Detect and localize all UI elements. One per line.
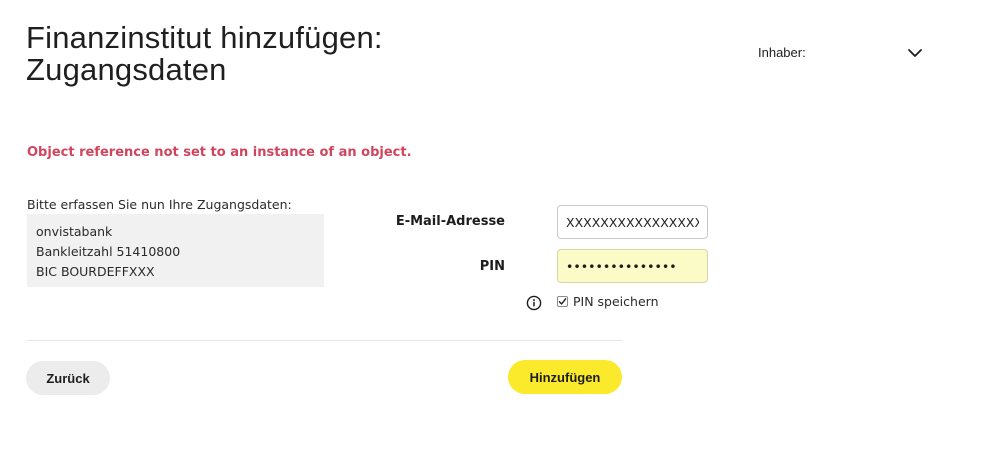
save-pin-checkbox[interactable] [557, 296, 568, 307]
owner-dropdown[interactable]: Inhaber: [758, 45, 922, 60]
add-button[interactable]: Hinzufügen [508, 360, 622, 394]
divider [27, 340, 622, 341]
page-title-line2: Zugangsdaten [26, 52, 227, 87]
page-title-line1: Finanzinstitut hinzufügen: [26, 20, 383, 55]
info-icon[interactable] [526, 295, 542, 311]
email-field[interactable] [557, 205, 708, 239]
owner-label: Inhaber: [758, 45, 806, 60]
chevron-down-icon[interactable] [906, 44, 924, 62]
bank-name: onvistabank [36, 224, 113, 239]
checkmark-icon [558, 298, 567, 305]
bank-bic: BIC BOURDEFFXXX [36, 264, 155, 279]
pin-label: PIN [479, 259, 505, 274]
page: Finanzinstitut hinzufügen: Zugangsdaten … [0, 0, 998, 466]
bank-info-box: onvistabank Bankleitzahl 51410800 BIC BO… [27, 214, 324, 287]
bank-code: Bankleitzahl 51410800 [36, 244, 181, 259]
pin-field[interactable] [557, 249, 708, 283]
page-title: Finanzinstitut hinzufügen: Zugangsdaten [26, 22, 383, 86]
back-button[interactable]: Zurück [26, 361, 110, 395]
save-pin-label[interactable]: PIN speichern [573, 294, 659, 309]
error-message: Object reference not set to an instance … [27, 145, 412, 160]
email-label: E-Mail-Adresse [395, 214, 505, 229]
intro-text: Bitte erfassen Sie nun Ihre Zugangsdaten… [27, 197, 292, 212]
